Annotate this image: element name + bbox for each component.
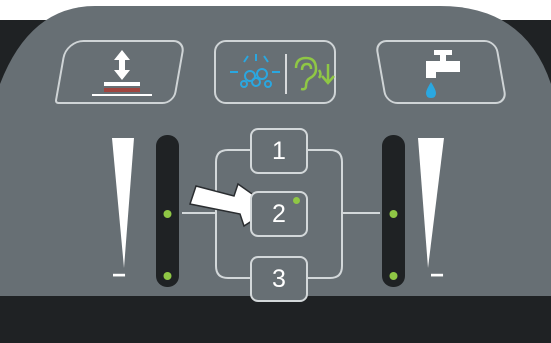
spray-sound-button[interactable] — [214, 40, 336, 104]
right-minus-label: − — [430, 262, 445, 289]
water-faucet-icon — [426, 50, 460, 98]
left-slider-led — [163, 210, 172, 218]
zone-label: 1 — [272, 136, 286, 165]
left-plus-label: + — [116, 144, 129, 169]
brush-height-button[interactable] — [54, 40, 186, 104]
right-slider-led — [389, 272, 398, 280]
right-plus-label: + — [424, 144, 437, 169]
left-minus-label: − — [112, 262, 127, 289]
spray-icon — [230, 54, 335, 94]
left-slider-led — [163, 272, 172, 280]
water-button[interactable] — [374, 40, 508, 104]
right-slider-led — [389, 210, 398, 218]
zone-button-1[interactable]: 1 — [250, 128, 308, 174]
zone-button-3[interactable]: 3 — [250, 256, 308, 302]
control-panel: + − + − 1 2 3 — [0, 4, 551, 302]
zone-active-led — [293, 197, 300, 204]
brush-height-icon — [92, 50, 152, 96]
zone-button-2[interactable]: 2 — [250, 191, 308, 237]
ear-icon — [294, 56, 335, 91]
zone-label: 2 — [272, 199, 286, 228]
zone-label: 3 — [272, 264, 286, 293]
